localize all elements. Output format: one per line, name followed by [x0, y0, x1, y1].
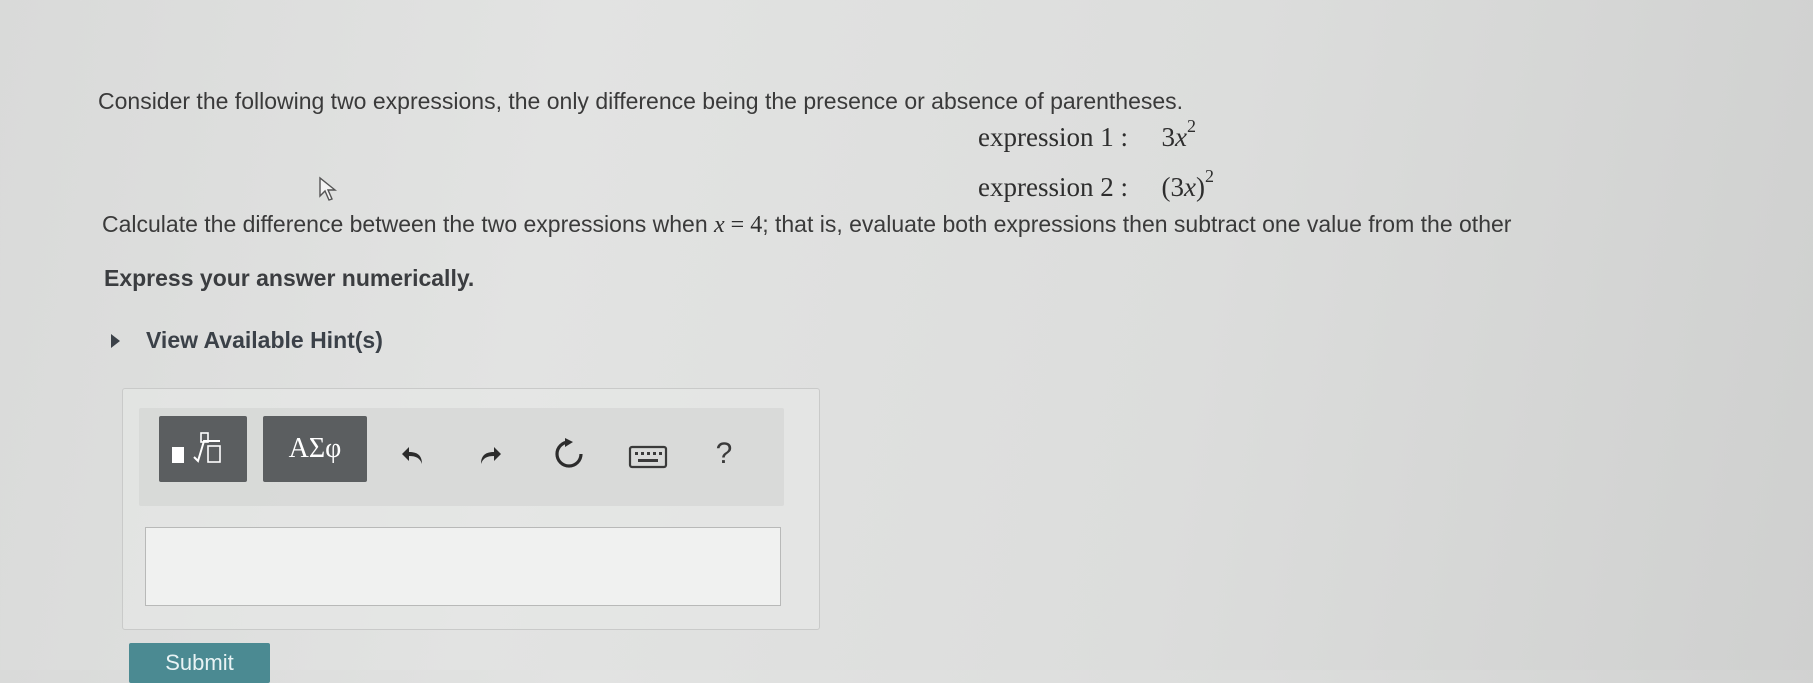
- expression-2: expression 2 : (3x)2: [978, 166, 1214, 203]
- expression-1: expression 1 : 3x2: [978, 116, 1196, 153]
- undo-icon: [400, 444, 428, 468]
- expression-1-value: 3x2: [1161, 116, 1196, 152]
- greek-symbols-label: ΑΣφ: [288, 433, 342, 464]
- submit-button[interactable]: Submit: [129, 643, 270, 683]
- keyboard-icon: [628, 444, 668, 470]
- question-intro: Consider the following two expressions, …: [98, 88, 1184, 114]
- reset-icon: [552, 437, 586, 471]
- help-button[interactable]: ?: [704, 432, 744, 476]
- expression-2-value: (3x)2: [1161, 166, 1214, 202]
- answer-input[interactable]: [145, 527, 781, 606]
- keyboard-button[interactable]: [625, 440, 671, 474]
- templates-icon: [168, 429, 238, 469]
- view-hints-toggle[interactable]: View Available Hint(s): [111, 327, 383, 354]
- math-toolbar: ΑΣφ ?: [139, 408, 784, 506]
- mouse-cursor-icon: [318, 176, 340, 207]
- expression-2-label: expression 2 :: [978, 172, 1128, 202]
- expression-1-label: expression 1 :: [978, 122, 1128, 152]
- help-icon: ?: [715, 437, 733, 470]
- view-hints-label: View Available Hint(s): [146, 327, 383, 353]
- answer-instruction: Express your answer numerically.: [104, 265, 475, 291]
- expand-triangle-icon: [111, 333, 120, 348]
- redo-button[interactable]: [469, 438, 509, 474]
- reset-button[interactable]: [547, 432, 591, 476]
- question-calculate: Calculate the difference between the two…: [102, 211, 1512, 238]
- templates-button[interactable]: [159, 416, 247, 482]
- greek-symbols-button[interactable]: ΑΣφ: [263, 416, 367, 482]
- undo-button[interactable]: [394, 438, 434, 474]
- redo-icon: [475, 444, 503, 468]
